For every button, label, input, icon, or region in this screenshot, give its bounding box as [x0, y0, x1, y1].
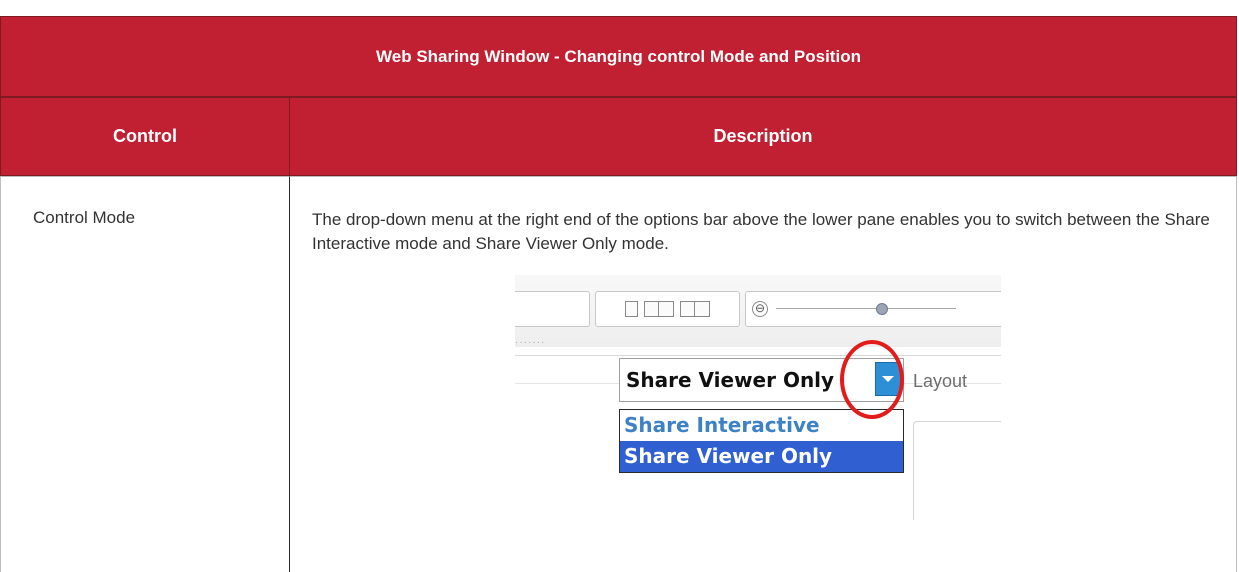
lower-pane — [913, 421, 1001, 520]
divider — [515, 355, 1001, 356]
single-page-icon[interactable] — [625, 301, 638, 317]
table-title: Web Sharing Window - Changing control Mo… — [0, 16, 1237, 97]
zoom-out-icon[interactable]: ⊖ — [752, 301, 768, 317]
zoom-slider-knob[interactable] — [876, 303, 888, 315]
content-table: Web Sharing Window - Changing control Mo… — [0, 0, 1239, 572]
control-mode-screenshot: ⊖ ······· Share Viewer Only Layout Share… — [515, 275, 1001, 520]
control-name: Control Mode — [33, 208, 136, 227]
control-description: The drop-down menu at the right end of t… — [312, 210, 1210, 253]
highlight-circle — [840, 340, 904, 419]
column-header-description: Description — [289, 97, 1237, 176]
layout-label[interactable]: Layout — [913, 371, 967, 392]
toolbar-group-left — [515, 291, 590, 327]
column-header-control: Control — [0, 97, 290, 176]
zoom-slider-track[interactable] — [776, 308, 956, 309]
control-mode-options[interactable]: Share Interactive Share Viewer Only — [619, 409, 904, 473]
two-page-icon[interactable] — [644, 301, 674, 317]
option-share-viewer-only[interactable]: Share Viewer Only — [620, 441, 903, 472]
page-view-buttons[interactable] — [595, 291, 740, 327]
zoom-control[interactable]: ⊖ — [745, 291, 1001, 327]
options-bar: ⊖ ······· — [515, 275, 1001, 348]
table-cell-control: Control Mode — [0, 176, 290, 572]
splitter-grip[interactable]: ······· — [515, 337, 545, 348]
book-view-icon[interactable] — [680, 301, 710, 317]
